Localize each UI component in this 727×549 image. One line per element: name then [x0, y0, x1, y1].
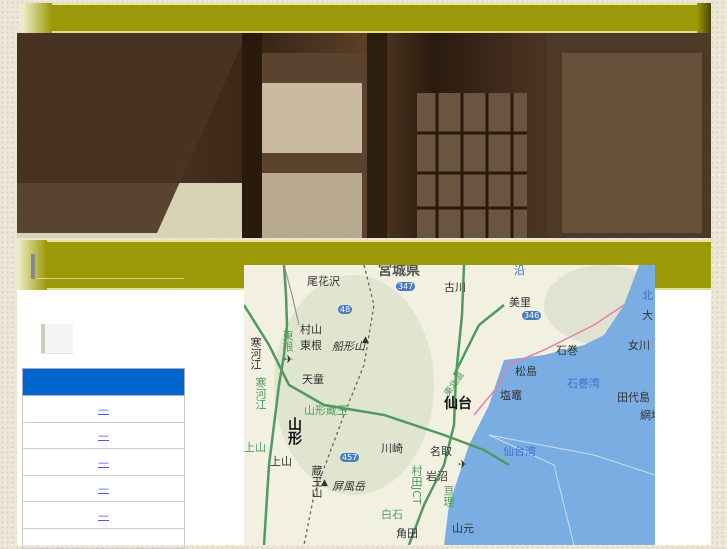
map-label: 船形山: [332, 340, 365, 353]
airport-icon: ✈: [284, 353, 294, 366]
map-label: 屏風岳: [332, 480, 365, 493]
route-shield: 457: [340, 453, 360, 462]
map-label: 上山: [244, 441, 266, 454]
nav-table-header: [22, 368, 185, 396]
thumbnail-image: [41, 324, 73, 353]
map-label: 村田JCT: [410, 465, 423, 505]
airport-icon: ✈: [458, 458, 468, 471]
nav-link-4[interactable]: —: [98, 482, 109, 495]
mountain-icon: ▲: [362, 335, 369, 345]
area-map[interactable]: 宮城県 尾花沢 村山 東根 東根 寒河江 天童 船形山 寒河江 山形蔵王 山形 …: [244, 265, 655, 545]
nav-table: — — — — —: [22, 368, 185, 549]
map-label: 石巻湾: [567, 377, 600, 390]
map-label: 石巻: [556, 344, 578, 357]
map-label: 村山: [300, 323, 322, 336]
map-label: 仙台湾: [503, 445, 536, 458]
map-label: 名取: [430, 445, 452, 458]
map-label: 山形: [286, 417, 302, 445]
header-bar: [22, 3, 711, 33]
map-label: 東根: [300, 339, 322, 352]
map-label: 大: [642, 309, 653, 322]
map-label: 美里: [509, 296, 531, 309]
map-label: 田代島: [617, 391, 650, 404]
map-label: 松島: [515, 365, 537, 378]
map-label: 塩竈: [500, 389, 522, 402]
map-label: 北: [642, 289, 653, 302]
nav-link-1[interactable]: —: [98, 403, 109, 416]
map-label: 尾花沢: [307, 275, 340, 288]
map-label: 山形蔵王: [304, 404, 348, 417]
map-label: 天童: [302, 373, 324, 386]
route-shield: 48: [338, 305, 353, 314]
nav-link-2[interactable]: —: [98, 429, 109, 442]
nav-divider: [36, 278, 184, 279]
temple-photo: [17, 33, 711, 238]
map-label: 亘理: [442, 485, 455, 507]
nav-handle: [31, 254, 35, 279]
map-label: 沿: [514, 265, 525, 277]
map-label: 白石: [381, 508, 403, 521]
map-label: 角田: [396, 527, 418, 540]
map-label: 寒河江: [254, 377, 267, 410]
map-label: 東根: [281, 330, 294, 352]
map-label: 山元: [452, 522, 474, 535]
mountain-icon: ▲: [321, 478, 328, 488]
route-shield: 347: [396, 282, 416, 291]
map-label: 寒河江: [249, 337, 262, 370]
nav-link-3[interactable]: —: [98, 456, 109, 469]
map-label: 古川: [444, 281, 466, 294]
route-shield: 346: [522, 311, 542, 320]
map-label: 川崎: [381, 442, 403, 455]
map-label: 上山: [270, 455, 292, 468]
header-photo: [17, 33, 711, 238]
map-label: 女川: [628, 339, 650, 352]
map-label: 宮城県: [378, 265, 420, 279]
nav-link-5[interactable]: —: [98, 509, 109, 522]
map-label: 岩沼: [426, 470, 448, 483]
map-label: 網地: [640, 409, 655, 422]
